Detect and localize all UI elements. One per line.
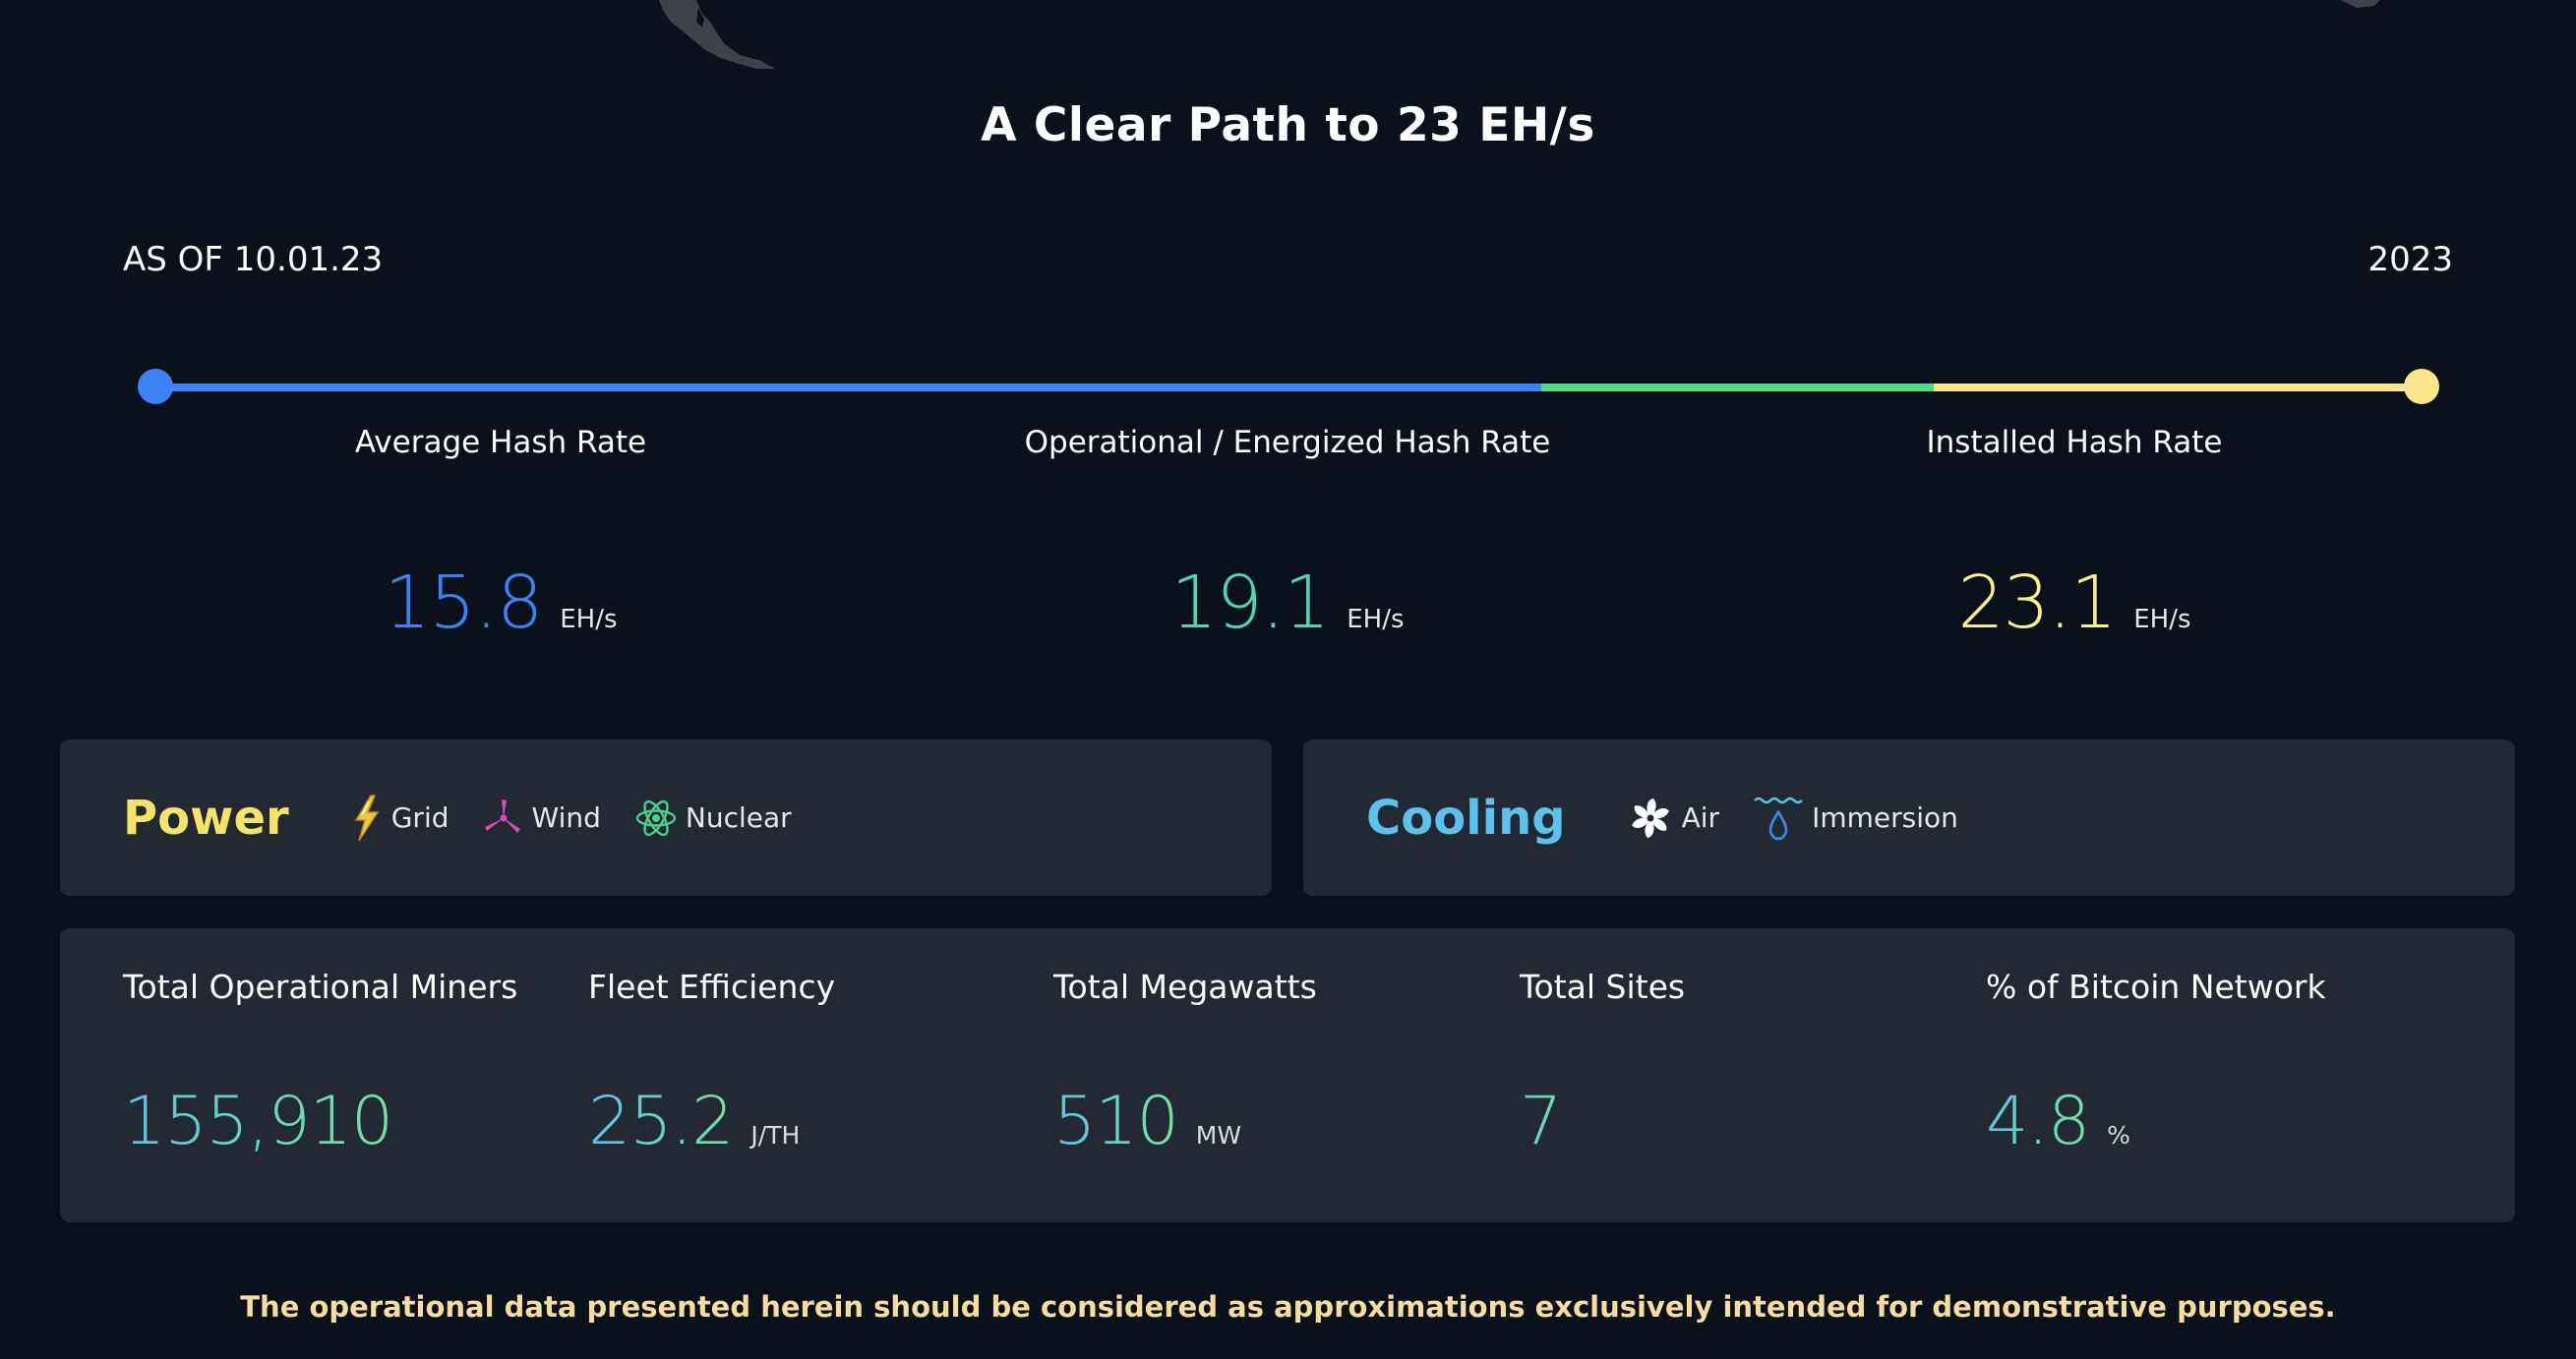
water-drop-icon bbox=[1754, 797, 1803, 840]
stat-value: 7 bbox=[1520, 1083, 1562, 1160]
power-source-label: Wind bbox=[531, 801, 601, 834]
hash-rate-installed: Installed Hash Rate 23.1 EH/s bbox=[1730, 423, 2419, 645]
timeline-segment-operational bbox=[1541, 384, 1935, 391]
hash-rate-label: Operational / Energized Hash Rate bbox=[1024, 425, 1551, 460]
wind-turbine-icon bbox=[484, 798, 520, 833]
power-source-label: Nuclear bbox=[685, 801, 792, 834]
stat-value: 155,910 bbox=[123, 1083, 393, 1160]
hash-rate-timeline bbox=[138, 369, 2439, 404]
hash-rate-unit: EH/s bbox=[1347, 605, 1405, 634]
stat-unit: % bbox=[2107, 1121, 2130, 1150]
timeline-end-dot bbox=[2404, 369, 2439, 404]
power-source-grid: Grid bbox=[350, 794, 449, 843]
map-fragment bbox=[659, 0, 775, 69]
hash-rate-value: 15.8 bbox=[384, 561, 543, 645]
stat-label: % of Bitcoin Network bbox=[1986, 968, 2326, 1006]
hash-rate-value: 19.1 bbox=[1170, 561, 1330, 645]
hash-rate-label: Installed Hash Rate bbox=[1926, 425, 2223, 460]
hash-rate-value: 23.1 bbox=[1957, 561, 2117, 645]
as-of-date: AS OF 10.01.23 bbox=[123, 240, 384, 279]
stat-unit: J/TH bbox=[750, 1121, 801, 1150]
lightning-icon bbox=[354, 794, 380, 841]
map-fragment bbox=[2341, 0, 2380, 8]
stat-value: 510 bbox=[1053, 1083, 1179, 1160]
page-title: A Clear Path to 23 EH/s bbox=[981, 98, 1595, 152]
power-panel: Power Grid Wind Nuclear bbox=[60, 739, 1272, 896]
cooling-method-immersion: Immersion bbox=[1753, 793, 1958, 844]
stat-unit: MW bbox=[1195, 1121, 1242, 1150]
stat-value: 25.2 bbox=[588, 1083, 734, 1160]
cooling-method-label: Air bbox=[1681, 801, 1720, 834]
hash-rate-unit: EH/s bbox=[560, 605, 618, 634]
power-source-label: Grid bbox=[390, 801, 449, 834]
timeline-start-dot bbox=[138, 369, 173, 404]
timeline-segment-installed bbox=[1934, 384, 2422, 391]
power-source-nuclear: Nuclear bbox=[634, 797, 792, 840]
hash-rate-average: Average Hash Rate 15.8 EH/s bbox=[156, 423, 845, 645]
stat-label: Fleet Efficiency bbox=[588, 968, 836, 1006]
cooling-method-label: Immersion bbox=[1812, 801, 1958, 834]
disclaimer-text: The operational data presented herein sh… bbox=[240, 1290, 2336, 1324]
stat-value: 4.8 bbox=[1986, 1083, 2090, 1160]
fan-icon bbox=[1631, 798, 1669, 838]
stat-label: Total Sites bbox=[1520, 968, 1686, 1006]
stat-label: Total Operational Miners bbox=[123, 968, 518, 1006]
hash-rate-label: Average Hash Rate bbox=[354, 425, 647, 460]
hash-rate-operational: Operational / Energized Hash Rate 19.1 E… bbox=[943, 423, 1632, 645]
timeline-segment-average bbox=[155, 384, 1542, 391]
timeline-year: 2023 bbox=[2367, 240, 2453, 279]
cooling-title: Cooling bbox=[1366, 790, 1566, 846]
cooling-panel: Cooling Air Immersion bbox=[1303, 739, 2515, 896]
stat-label: Total Megawatts bbox=[1053, 968, 1317, 1006]
atom-icon bbox=[635, 799, 677, 836]
stats-panel: Total Operational Miners 155,910 Fleet E… bbox=[60, 928, 2515, 1222]
hash-rate-unit: EH/s bbox=[2133, 605, 2191, 634]
power-title: Power bbox=[123, 790, 289, 846]
cooling-method-air: Air bbox=[1627, 795, 1719, 842]
power-source-wind: Wind bbox=[483, 798, 601, 839]
